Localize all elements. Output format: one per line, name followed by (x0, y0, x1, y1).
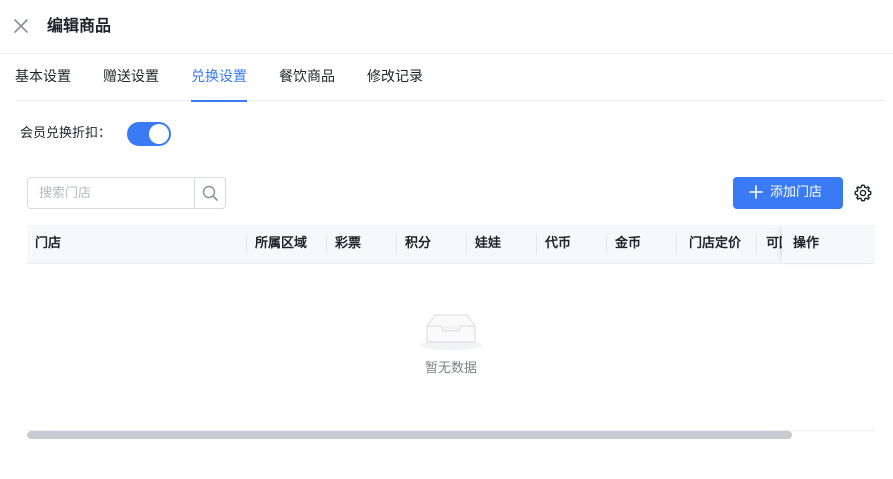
column-header-gold-coins: 金币 (615, 236, 642, 251)
fixed-action-column: 操作 (782, 225, 875, 263)
empty-state: 暂无数据 (27, 264, 875, 430)
gear-icon[interactable] (853, 183, 873, 203)
add-store-label: 添加门店 (770, 185, 823, 200)
plus-icon (749, 185, 763, 199)
column-header-points: 积分 (405, 236, 432, 251)
tab-exchange-settings[interactable]: 兑换设置 (191, 54, 247, 102)
column-header-region: 所属区域 (255, 236, 308, 251)
dialog-title: 编辑商品 (47, 16, 112, 35)
member-discount-label: 会员兑换折扣： (20, 126, 112, 141)
column-header-store: 门店 (35, 236, 62, 251)
member-discount-toggle[interactable] (127, 122, 171, 146)
toggle-knob (149, 124, 169, 144)
column-header-tokens: 代币 (545, 236, 572, 251)
close-icon[interactable] (11, 16, 31, 36)
column-header-lottery: 彩票 (335, 236, 362, 251)
tab-bar: 基本设置 赠送设置 兑换设置 餐饮商品 修改记录 (15, 54, 885, 102)
dialog-header: 编辑商品 (0, 0, 893, 54)
tab-gift-settings[interactable]: 赠送设置 (103, 54, 159, 101)
column-header-actions: 操作 (793, 236, 820, 251)
empty-box-icon (418, 310, 484, 352)
horizontal-scrollbar[interactable] (27, 431, 792, 439)
add-store-button[interactable]: 添加门店 (733, 177, 843, 209)
tab-basic-settings[interactable]: 基本设置 (15, 54, 71, 101)
empty-text: 暂无数据 (424, 361, 477, 376)
column-header-store-price: 门店定价 (689, 236, 742, 251)
column-header-dolls: 娃娃 (475, 236, 502, 251)
tab-catering-products[interactable]: 餐饮商品 (279, 54, 335, 101)
store-search-input[interactable] (28, 178, 195, 208)
store-table: 门店 所属区域 彩票 积分 娃娃 代币 金币 门店定价 可回 操作 暂无数据 (27, 225, 875, 431)
store-search (27, 177, 226, 209)
search-icon[interactable] (194, 178, 225, 208)
table-header: 门店 所属区域 彩票 积分 娃娃 代币 金币 门店定价 可回 操作 (27, 225, 875, 264)
tab-change-log[interactable]: 修改记录 (367, 54, 423, 101)
